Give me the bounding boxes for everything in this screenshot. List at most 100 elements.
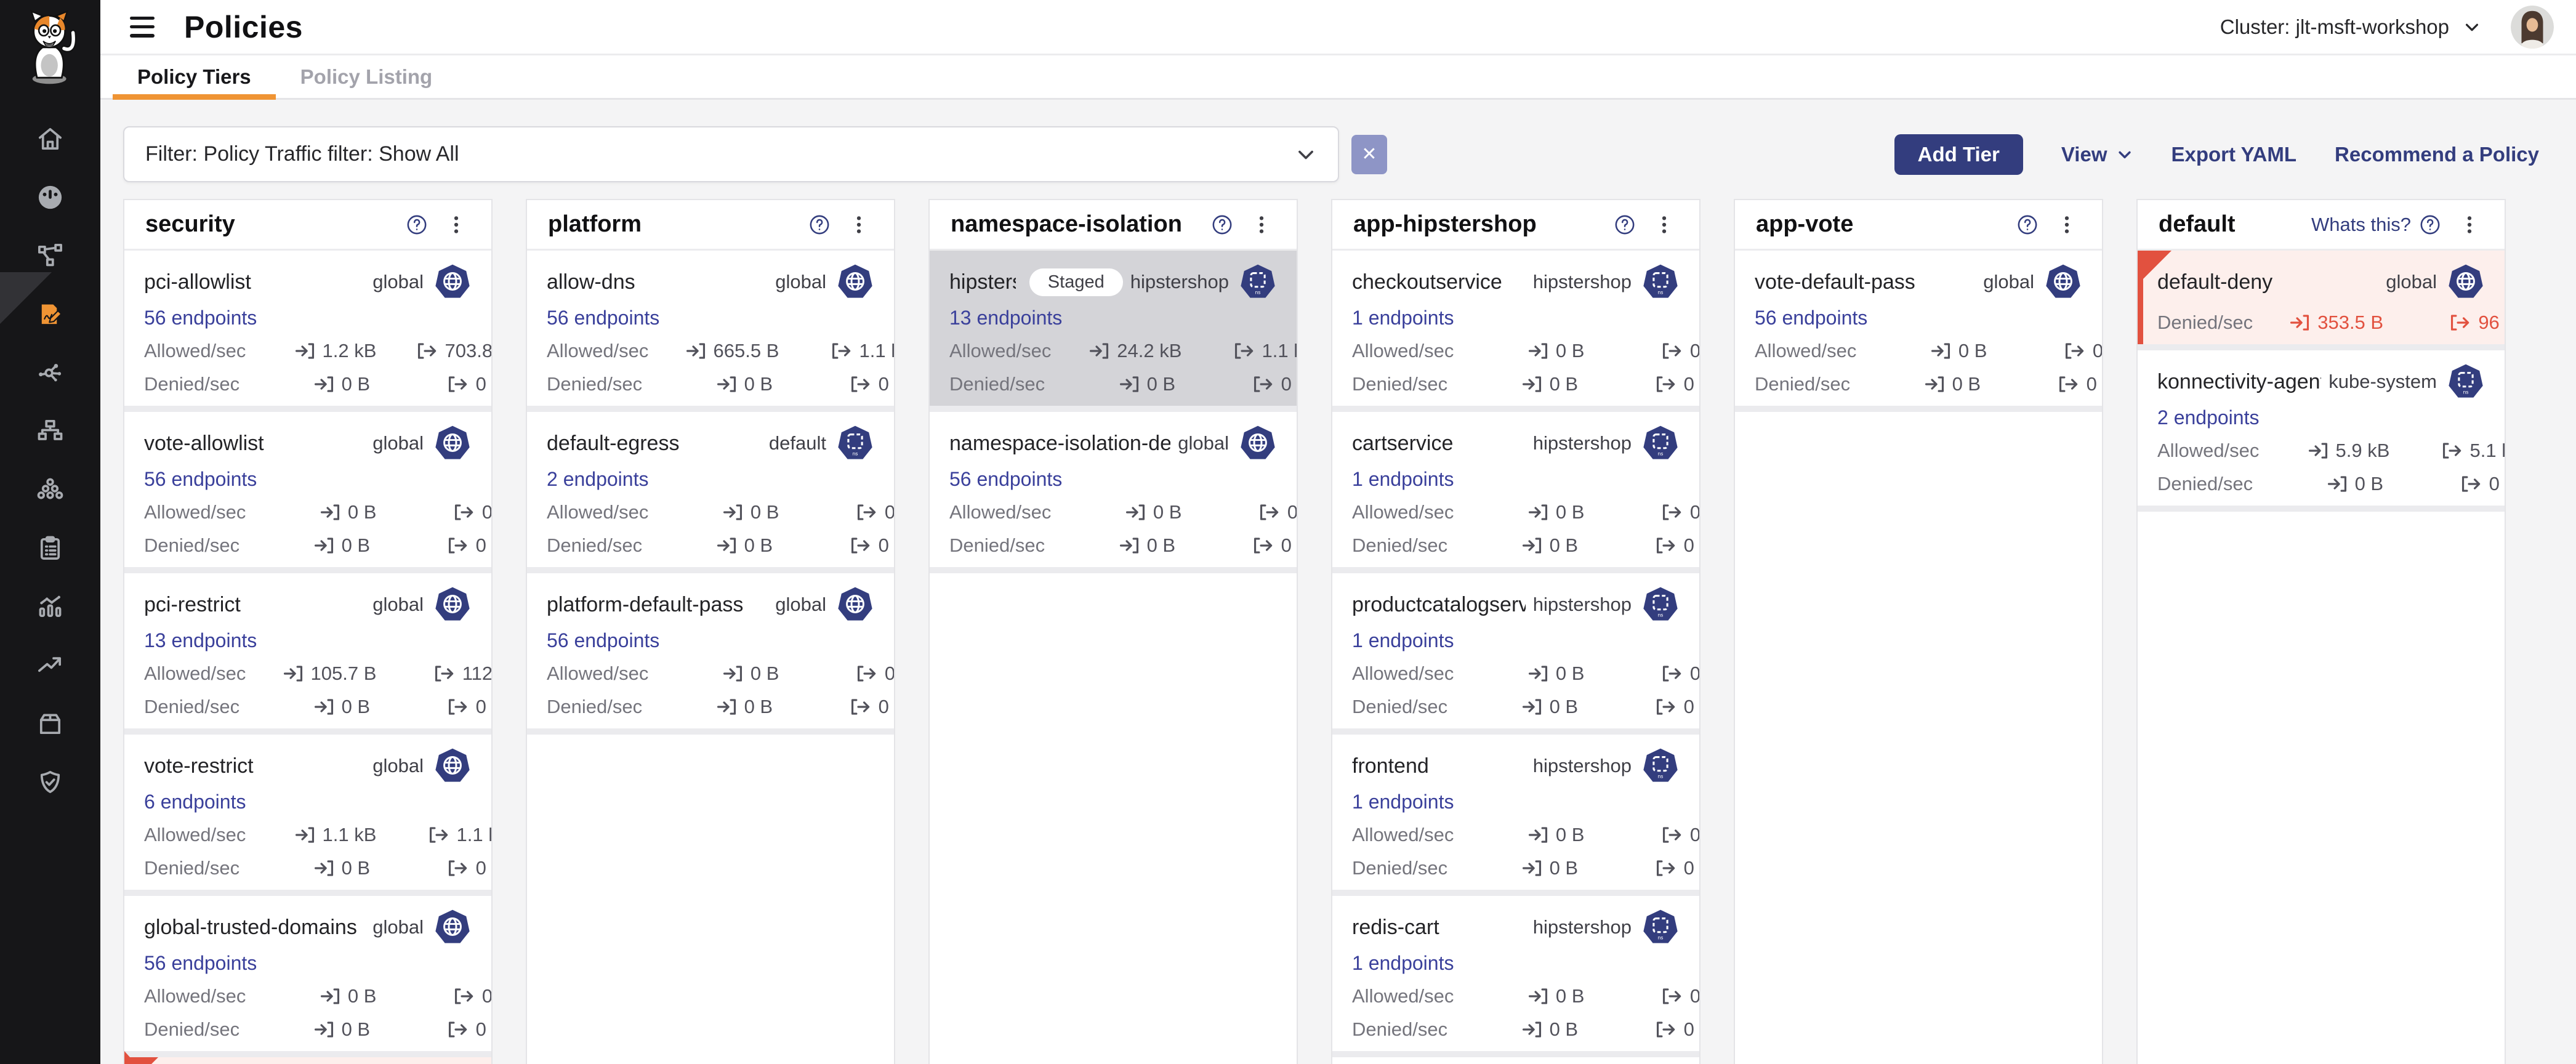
policy-name: pci-allowlist <box>144 270 251 294</box>
policy-card[interactable]: vote-default-pass global 56 endpoints Al… <box>1735 251 2102 412</box>
scope-icon <box>836 263 874 301</box>
egress-arrow-icon <box>830 339 853 363</box>
endpoints-link[interactable]: 56 endpoints <box>547 306 659 329</box>
menu-toggle-icon[interactable] <box>126 15 158 39</box>
whats-this-link[interactable]: Whats this? <box>2311 214 2441 236</box>
whats-this-link[interactable] <box>2008 214 2038 235</box>
denied-out-value: 0 B <box>476 696 493 718</box>
policy-card[interactable]: redis-cart hipstershop ns 1 endpoints Al… <box>1332 890 1699 1051</box>
endpoints-link[interactable]: 1 endpoints <box>1352 629 1454 652</box>
policy-card[interactable]: productcatalogservice hipstershop ns 1 e… <box>1332 567 1699 728</box>
endpoints-link[interactable]: 1 endpoints <box>1352 306 1454 329</box>
endpoints-link[interactable]: 56 endpoints <box>1755 306 1867 329</box>
clear-filter-button[interactable]: ✕ <box>1351 135 1387 174</box>
policy-card[interactable]: namespace-isolation-default-p… global 56… <box>930 406 1297 573</box>
whats-this-link[interactable] <box>1203 214 1233 235</box>
denied-in-value: 0 B <box>1147 373 1176 395</box>
ingress-arrow-icon <box>2325 472 2349 496</box>
whats-this-link[interactable] <box>800 214 830 235</box>
endpoints-link[interactable]: 13 endpoints <box>144 629 257 652</box>
endpoints-link[interactable]: 13 endpoints <box>949 306 1062 329</box>
sidebar-item-hierarchy[interactable] <box>0 402 100 461</box>
policy-card[interactable]: emailservice hipstershop ns 1 endpoints … <box>1332 1051 1699 1064</box>
policy-name: frontend <box>1352 754 1429 778</box>
policy-card[interactable]: default-deny global Denied/sec 353.5 B 9… <box>2138 251 2505 344</box>
whats-this-link[interactable] <box>398 214 427 235</box>
policy-card[interactable]: vote-allowlist global 56 endpoints Allow… <box>124 406 491 567</box>
service-graph-icon <box>36 241 65 270</box>
endpoints-link[interactable]: 6 endpoints <box>144 790 246 813</box>
policy-card[interactable]: konnectivity-agent kube-system ns 2 endp… <box>2138 344 2505 512</box>
egress-arrow-icon <box>849 373 872 396</box>
recommend-policy-button[interactable]: Recommend a Policy <box>2335 143 2539 166</box>
endpoints-link[interactable]: 2 endpoints <box>2157 406 2259 429</box>
policy-card[interactable]: checkoutservice hipstershop ns 1 endpoin… <box>1332 251 1699 406</box>
egress-arrow-icon <box>453 501 476 524</box>
tier-menu-icon[interactable] <box>2053 211 2081 239</box>
tier-menu-icon[interactable] <box>2455 211 2484 239</box>
endpoints-link[interactable]: 2 endpoints <box>547 467 648 491</box>
policy-card[interactable]: pci-restrict global 13 endpoints Allowed… <box>124 567 491 728</box>
sidebar-item-trends[interactable] <box>0 636 100 695</box>
whats-this-link[interactable] <box>1606 214 1635 235</box>
user-avatar[interactable] <box>2511 6 2554 49</box>
sidebar-item-clusters[interactable] <box>0 461 100 519</box>
allowed-out-value: 0 B <box>482 501 493 523</box>
denied-egress: 0 B <box>388 373 493 396</box>
sidebar-item-network-flows[interactable] <box>0 344 100 402</box>
sidebar-item-compliance-reports[interactable] <box>0 519 100 578</box>
allowed-row: Allowed/sec 1.2 kB 703.8 B <box>144 339 472 363</box>
endpoints-link[interactable]: 56 endpoints <box>949 467 1062 491</box>
sidebar-item-statistics[interactable] <box>0 578 100 636</box>
tier-menu-icon[interactable] <box>1247 211 1276 239</box>
policy-filter-select[interactable]: Filter: Policy Traffic filter: Show All <box>123 126 1339 182</box>
tier-menu-icon[interactable] <box>845 211 873 239</box>
sidebar-item-dashboard[interactable] <box>0 168 100 227</box>
egress-arrow-icon <box>446 856 470 880</box>
policy-name: checkoutservice <box>1352 270 1502 294</box>
policy-card[interactable]: vote-restrict global 6 endpoints Allowed… <box>124 728 491 890</box>
policy-card[interactable]: cartservice hipstershop ns 1 endpoints A… <box>1332 406 1699 567</box>
endpoints-link[interactable]: 56 endpoints <box>144 951 257 975</box>
export-yaml-button[interactable]: Export YAML <box>2171 143 2297 166</box>
sidebar-item-service-graph[interactable] <box>0 227 100 285</box>
policy-card[interactable]: global-trusted-domains global 56 endpoin… <box>124 890 491 1051</box>
endpoints-link[interactable]: 1 endpoints <box>1352 467 1454 491</box>
endpoints-link[interactable]: 56 endpoints <box>144 467 257 491</box>
policy-card[interactable]: platform-default-pass global 56 endpoint… <box>527 567 894 735</box>
policy-card[interactable]: allow-dns global 56 endpoints Allowed/se… <box>527 251 894 406</box>
cluster-selector[interactable]: Cluster: jlt-msft-workshop <box>2220 15 2481 39</box>
denied-label: Denied/sec <box>949 373 1045 395</box>
endpoints-link[interactable]: 56 endpoints <box>547 629 659 652</box>
tab-policy-tiers[interactable]: Policy Tiers <box>113 55 276 98</box>
denied-out-value: 0 B <box>1684 1018 1701 1041</box>
denied-in-value: 0 B <box>342 534 371 557</box>
tier-menu-icon[interactable] <box>442 211 470 239</box>
tier-menu-icon[interactable] <box>1650 211 1678 239</box>
tier-column-app-hipstershop: app-hipstershop checkoutservice hipsters… <box>1331 199 1701 1064</box>
policy-card[interactable]: frontend hipstershop ns 1 endpoints Allo… <box>1332 728 1699 890</box>
policy-card[interactable]: quarantine global 0 endpoints <box>124 1051 491 1064</box>
sidebar-item-policies[interactable] <box>0 285 100 344</box>
policy-card[interactable]: hipstershop-gh… Staged hipstershop ns 13… <box>930 251 1297 406</box>
policy-title-row: default-deny global <box>2157 263 2485 301</box>
view-menu-button[interactable]: View <box>2061 143 2133 166</box>
denied-ingress: 0 B <box>1045 534 1175 557</box>
endpoints-link[interactable]: 1 endpoints <box>1352 951 1454 975</box>
tab-policy-listing[interactable]: Policy Listing <box>276 55 457 98</box>
ingress-arrow-icon <box>312 856 336 880</box>
denied-egress: 0 B <box>791 534 895 557</box>
policy-scope-label: hipstershop <box>1130 271 1229 293</box>
policy-card[interactable]: default-egress default ns 2 endpoints Al… <box>527 406 894 567</box>
denied-in-value: 353.5 B <box>2317 312 2383 334</box>
sidebar-item-threat-defense[interactable] <box>0 753 100 812</box>
denied-ingress: 0 B <box>239 695 370 719</box>
allowed-out-value: 0 B <box>1690 663 1701 685</box>
sidebar-item-home[interactable] <box>0 110 100 168</box>
policy-card[interactable]: pci-allowlist global 56 endpoints Allowe… <box>124 251 491 406</box>
endpoints-link[interactable]: 56 endpoints <box>144 306 257 329</box>
add-tier-button[interactable]: Add Tier <box>1894 134 2023 175</box>
endpoints-link[interactable]: 1 endpoints <box>1352 790 1454 813</box>
sidebar-item-packages[interactable] <box>0 695 100 753</box>
denied-row: Denied/sec 0 B 0 B <box>547 695 874 719</box>
